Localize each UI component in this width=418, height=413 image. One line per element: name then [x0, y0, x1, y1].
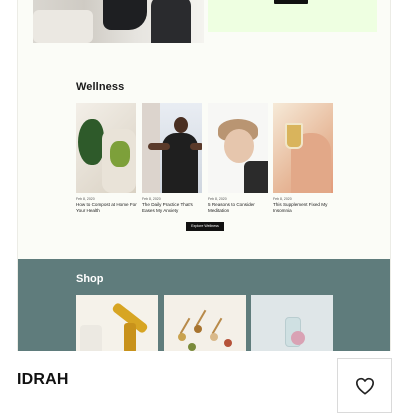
article-date: Feb 8, 2020 — [76, 197, 95, 201]
wellness-heading: Wellness — [76, 81, 125, 93]
article-title: The Daily Practice That's Eases My Anxie… — [142, 202, 193, 213]
article-image — [273, 103, 333, 193]
shop-section: Shop — [18, 259, 390, 351]
article-image — [208, 103, 268, 193]
article-date: Feb 8, 2020 — [208, 197, 227, 201]
hero-accent-panel — [208, 0, 377, 32]
product-image — [76, 295, 158, 351]
website-preview[interactable]: Wellness Feb 8, 2020 How to Compost at H… — [17, 0, 391, 351]
hero-section — [18, 0, 390, 43]
template-card[interactable]: Wellness Feb 8, 2020 How to Compost at H… — [0, 0, 418, 413]
hero-button — [274, 0, 308, 4]
article-image — [76, 103, 136, 193]
explore-wellness-button: Explore Wellness — [186, 222, 224, 231]
product-image — [164, 295, 246, 351]
article-title: This Supplement Fixed My Insomnia — [273, 202, 328, 213]
hero-image — [33, 0, 204, 43]
product-image — [251, 295, 333, 351]
article-date: Feb 8, 2020 — [273, 197, 292, 201]
favorite-button[interactable] — [337, 358, 392, 413]
article-date: Feb 8, 2020 — [142, 197, 161, 201]
shop-heading: Shop — [76, 273, 104, 285]
article-image — [142, 103, 202, 193]
heart-outline-icon — [355, 377, 374, 395]
article-title: How to Compost at Home For Your Health — [76, 202, 137, 213]
template-name: IDRAH — [17, 371, 69, 388]
article-title: 5 Reasons to Consider Meditation — [208, 202, 255, 213]
